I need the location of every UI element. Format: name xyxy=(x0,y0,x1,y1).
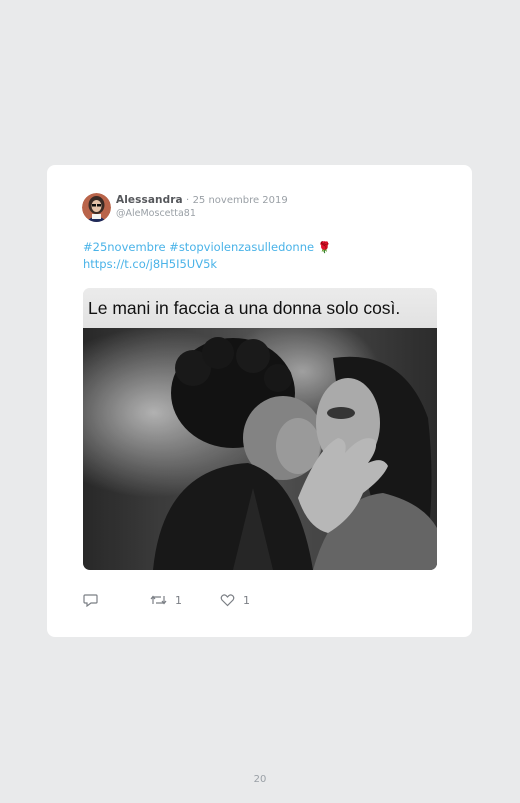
tweet-media[interactable]: Le mani in faccia a una donna solo così. xyxy=(83,288,437,570)
like-button[interactable]: 1 xyxy=(220,593,250,607)
page-number: 20 xyxy=(253,774,267,785)
kiss-photo xyxy=(83,328,437,570)
hashtags[interactable]: #25novembre #stopviolenzasulledonne xyxy=(83,240,314,254)
tweet-date[interactable]: 25 novembre 2019 xyxy=(193,195,288,206)
author-handle[interactable]: @AleMoscetta81 xyxy=(116,208,196,219)
tweet-card: Alessandra · 25 novembre 2019 @AleMoscet… xyxy=(47,165,472,637)
tweet-text: #25novembre #stopviolenzasulledonne 🌹 ht… xyxy=(83,239,331,272)
retweet-button[interactable]: 1 xyxy=(150,593,182,607)
reply-icon xyxy=(83,593,98,607)
retweet-icon xyxy=(150,593,167,607)
author-line: Alessandra · 25 novembre 2019 xyxy=(116,194,288,206)
heart-icon xyxy=(220,593,235,607)
author-name[interactable]: Alessandra xyxy=(116,194,183,206)
tweet-link[interactable]: https://t.co/j8H5I5UV5k xyxy=(83,256,331,272)
retweet-count: 1 xyxy=(175,593,182,607)
rose-emoji: 🌹 xyxy=(317,241,332,254)
separator: · xyxy=(186,195,190,206)
reply-button[interactable] xyxy=(83,593,98,607)
media-caption: Le mani in faccia a una donna solo così. xyxy=(83,288,437,328)
like-count: 1 xyxy=(243,593,250,607)
avatar[interactable] xyxy=(82,193,111,222)
tweet-actions: 1 1 xyxy=(83,593,443,609)
